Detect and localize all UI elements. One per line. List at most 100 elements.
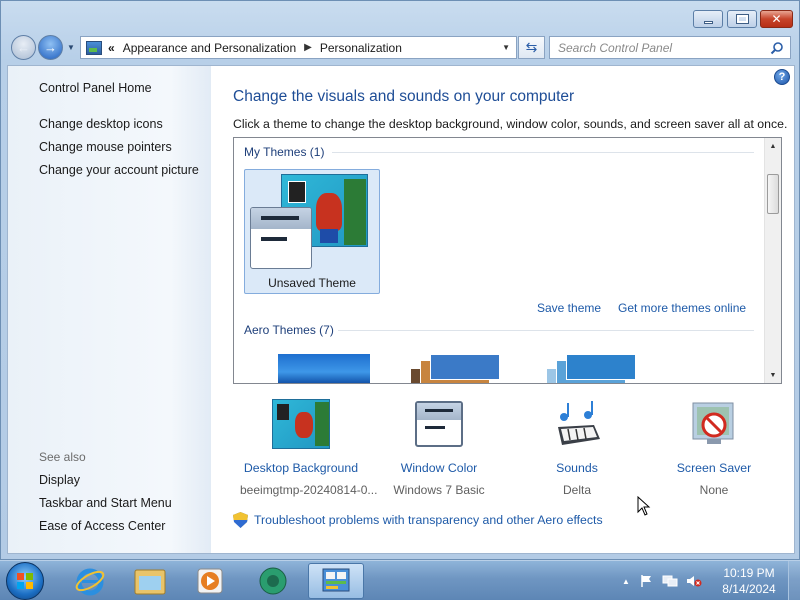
breadcrumb-personalization[interactable]: Personalization	[320, 41, 402, 55]
title-bar[interactable]: ✕	[1, 1, 799, 31]
control-panel-icon	[322, 568, 350, 592]
window-color-value: Windows 7 Basic	[393, 483, 485, 497]
theme-list[interactable]: My Themes (1) Unsaved Theme Save theme G…	[233, 137, 782, 384]
page-description: Click a theme to change the desktop back…	[233, 117, 788, 131]
network-icon[interactable]	[662, 574, 678, 588]
taskbar-media-player[interactable]	[182, 563, 238, 599]
screen-saver-setting[interactable]: Screen Saver None	[674, 399, 754, 497]
show-hidden-icons-button[interactable]: ▲	[622, 577, 630, 586]
taskbar-media-center[interactable]	[245, 563, 301, 599]
sounds-label[interactable]: Sounds	[538, 461, 616, 475]
navigation-bar: ← → ▼ « Appearance and Personalization ▶…	[1, 34, 799, 60]
show-desktop-button[interactable]	[788, 561, 800, 600]
mouse-cursor-icon	[637, 496, 651, 516]
aero-themes-header: Aero Themes (7)	[244, 323, 334, 337]
wallpaper-shape	[316, 193, 342, 231]
forward-arrow-icon: →	[44, 40, 57, 55]
address-bar[interactable]: « Appearance and Personalization ▶ Perso…	[80, 36, 517, 59]
flag-quadrant	[17, 573, 24, 580]
address-dropdown-icon[interactable]: ▼	[502, 43, 510, 52]
window-preview-bar	[261, 237, 287, 241]
forward-button[interactable]: →	[38, 35, 63, 60]
screen-saver-label[interactable]: Screen Saver	[674, 461, 754, 475]
sounds-value: Delta	[562, 483, 591, 497]
volume-muted-icon[interactable]	[686, 574, 702, 588]
flag-quadrant	[17, 582, 24, 589]
window-preview-bar	[425, 409, 453, 412]
search-input[interactable]: Search Control Panel	[549, 36, 791, 59]
sounds-setting[interactable]: Sounds Delta	[538, 399, 616, 497]
aero-theme-characters[interactable]	[544, 354, 639, 383]
page-title: Change the visuals and sounds on your co…	[233, 88, 575, 105]
refresh-button[interactable]: ⇆	[518, 36, 545, 59]
group-divider	[338, 330, 754, 331]
folder-icon	[134, 569, 166, 595]
see-also-heading: See also	[39, 450, 86, 464]
window-preview-bar	[261, 216, 299, 220]
aero-theme-windows7[interactable]	[278, 354, 370, 383]
aero-theme-architecture[interactable]	[408, 354, 502, 383]
maximize-button[interactable]	[727, 10, 757, 28]
action-center-flag-icon[interactable]	[640, 574, 654, 588]
window-color-icon	[410, 399, 468, 451]
taskbar-start-menu-link[interactable]: Taskbar and Start Menu	[39, 496, 172, 510]
system-clock[interactable]: 10:19 PM 8/14/2024	[712, 565, 786, 597]
flag-quadrant	[26, 573, 33, 580]
desktop-background-icon	[272, 399, 330, 451]
breadcrumb-appearance[interactable]: Appearance and Personalization	[123, 41, 296, 55]
clock-date: 8/14/2024	[722, 582, 776, 596]
start-button[interactable]	[6, 562, 44, 600]
system-tray: ▲	[622, 561, 702, 600]
breadcrumb-separator-icon[interactable]: ▶	[304, 42, 312, 53]
desktop-background-label[interactable]: Desktop Background	[240, 461, 362, 475]
back-arrow-icon: ←	[17, 40, 30, 55]
change-mouse-pointers-link[interactable]: Change mouse pointers	[39, 140, 172, 154]
media-center-icon	[259, 567, 287, 595]
internet-explorer-icon	[75, 568, 105, 596]
window-color-label[interactable]: Window Color	[393, 461, 485, 475]
taskbar-control-panel[interactable]	[308, 563, 364, 599]
group-divider	[332, 152, 754, 153]
control-panel-home-link[interactable]: Control Panel Home	[39, 81, 152, 95]
media-player-icon	[197, 568, 223, 594]
content-area: Control Panel Home Change desktop icons …	[7, 65, 795, 554]
wallpaper-shape	[315, 402, 329, 446]
flag-quadrant	[26, 582, 33, 589]
close-icon: ✕	[771, 12, 782, 26]
window-preview-bar	[425, 426, 445, 429]
change-desktop-icons-link[interactable]: Change desktop icons	[39, 117, 163, 131]
theme-list-scrollbar[interactable]: ▲ ▼	[764, 138, 781, 383]
close-button[interactable]: ✕	[760, 10, 793, 28]
scroll-down-icon[interactable]: ▼	[765, 367, 781, 383]
wallpaper-shape	[295, 412, 313, 438]
theme-window-preview	[250, 207, 312, 269]
unsaved-theme-tile[interactable]: Unsaved Theme	[244, 169, 380, 294]
help-button[interactable]: ?	[774, 69, 790, 85]
wallpaper-shape	[288, 181, 306, 203]
taskbar-internet-explorer[interactable]	[62, 563, 118, 599]
search-icon[interactable]	[770, 41, 784, 55]
back-button[interactable]: ←	[11, 35, 36, 60]
refresh-icon: ⇆	[525, 39, 538, 55]
scrollbar-thumb[interactable]	[767, 174, 779, 214]
get-more-themes-link[interactable]: Get more themes online	[618, 301, 746, 315]
thumb-panel	[430, 354, 500, 380]
display-link[interactable]: Display	[39, 473, 80, 487]
troubleshoot-link[interactable]: Troubleshoot problems with transparency …	[254, 513, 603, 527]
minimize-button[interactable]	[693, 10, 723, 28]
save-theme-link[interactable]: Save theme	[537, 301, 601, 315]
breadcrumb-overflow[interactable]: «	[108, 41, 115, 55]
desktop-background-setting[interactable]: Desktop Background beeimgtmp-20240814-0.…	[240, 399, 377, 497]
recent-pages-dropdown[interactable]: ▼	[67, 43, 75, 52]
help-icon: ?	[778, 71, 786, 83]
troubleshoot-link-row[interactable]: Troubleshoot problems with transparency …	[233, 512, 603, 528]
minimize-icon	[703, 20, 713, 24]
personalization-window: ✕ ← → ▼ « Appearance and Personalization…	[0, 0, 800, 560]
scroll-up-icon[interactable]: ▲	[765, 138, 781, 154]
control-panel-icon	[86, 40, 102, 55]
taskbar-windows-explorer[interactable]	[122, 563, 178, 599]
change-account-picture-link[interactable]: Change your account picture	[39, 163, 199, 177]
window-color-setting[interactable]: Window Color Windows 7 Basic	[393, 399, 485, 497]
shield-icon	[233, 512, 248, 528]
ease-of-access-link[interactable]: Ease of Access Center	[39, 519, 165, 533]
